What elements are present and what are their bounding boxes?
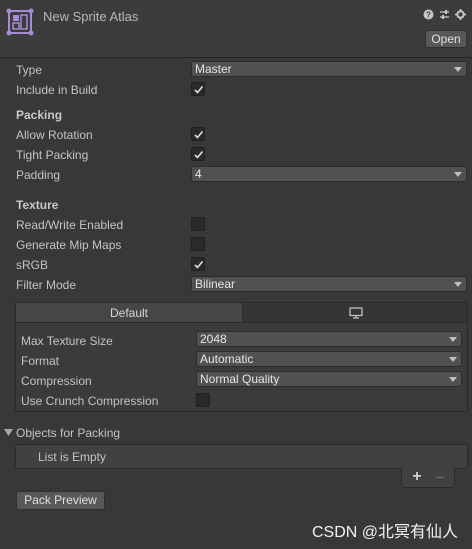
chevron-down-icon bbox=[454, 67, 462, 72]
inspector-header: New Sprite Atlas ? Open bbox=[0, 0, 472, 58]
open-button[interactable]: Open bbox=[425, 30, 467, 48]
packing-section-title: Packing bbox=[16, 108, 63, 122]
max-texture-size-dropdown[interactable]: 2048 bbox=[196, 331, 462, 347]
checkmark-icon bbox=[194, 85, 204, 94]
texture-section-title: Texture bbox=[16, 198, 59, 212]
read-write-label: Read/Write Enabled bbox=[16, 218, 124, 232]
chevron-down-icon bbox=[449, 337, 457, 342]
read-write-checkbox[interactable] bbox=[191, 217, 205, 231]
padding-dropdown[interactable]: 4 bbox=[191, 166, 467, 182]
checkmark-icon bbox=[194, 260, 204, 269]
add-item-button[interactable]: + bbox=[410, 468, 424, 486]
max-texture-size-label: Max Texture Size bbox=[21, 334, 113, 348]
filter-mode-value: Bilinear bbox=[195, 277, 236, 291]
tab-standalone[interactable] bbox=[242, 303, 467, 323]
chevron-down-icon bbox=[449, 357, 457, 362]
allow-rotation-checkbox[interactable] bbox=[191, 127, 205, 141]
type-dropdown[interactable]: Master bbox=[191, 61, 467, 77]
objects-for-packing-label[interactable]: Objects for Packing bbox=[16, 426, 120, 440]
chevron-down-icon bbox=[454, 282, 462, 287]
type-label: Type bbox=[16, 63, 43, 77]
srgb-checkbox[interactable] bbox=[191, 257, 205, 271]
compression-dropdown[interactable]: Normal Quality bbox=[196, 371, 462, 387]
allow-rotation-label: Allow Rotation bbox=[16, 128, 93, 142]
help-icon[interactable]: ? bbox=[422, 8, 434, 20]
tab-default[interactable]: Default bbox=[16, 303, 242, 323]
compression-label: Compression bbox=[21, 374, 92, 388]
tight-packing-label: Tight Packing bbox=[16, 148, 89, 162]
format-value: Automatic bbox=[200, 352, 254, 366]
chevron-down-icon bbox=[449, 377, 457, 382]
include-in-build-label: Include in Build bbox=[16, 83, 98, 97]
padding-value: 4 bbox=[195, 167, 202, 181]
format-dropdown[interactable]: Automatic bbox=[196, 351, 462, 367]
mipmaps-label: Generate Mip Maps bbox=[16, 238, 122, 252]
mipmaps-checkbox[interactable] bbox=[191, 237, 205, 251]
list-empty-text: List is Empty bbox=[38, 450, 107, 464]
include-in-build-checkbox[interactable] bbox=[191, 82, 205, 96]
monitor-icon bbox=[349, 307, 363, 319]
max-texture-size-value: 2048 bbox=[200, 332, 227, 346]
remove-item-button[interactable]: − bbox=[433, 468, 447, 486]
chevron-down-icon bbox=[454, 172, 462, 177]
crunch-compression-label: Use Crunch Compression bbox=[21, 394, 159, 408]
type-value: Master bbox=[195, 62, 232, 76]
filter-mode-label: Filter Mode bbox=[16, 278, 77, 292]
checkmark-icon bbox=[194, 130, 204, 139]
crunch-compression-checkbox[interactable] bbox=[196, 393, 210, 407]
asset-title: New Sprite Atlas bbox=[43, 9, 139, 24]
watermark-text: CSDN @北冥有仙人 bbox=[311, 524, 458, 541]
tight-packing-checkbox[interactable] bbox=[191, 147, 205, 161]
pack-preview-button[interactable]: Pack Preview bbox=[16, 491, 105, 510]
sprite-atlas-icon bbox=[6, 8, 34, 36]
padding-label: Padding bbox=[16, 168, 61, 182]
foldout-arrow-icon[interactable] bbox=[4, 429, 13, 437]
checkmark-icon bbox=[194, 150, 204, 159]
svg-text:?: ? bbox=[426, 10, 431, 19]
srgb-label: sRGB bbox=[16, 258, 49, 272]
compression-value: Normal Quality bbox=[200, 372, 280, 386]
filter-mode-dropdown[interactable]: Bilinear bbox=[191, 276, 467, 292]
preset-icon[interactable] bbox=[438, 8, 450, 20]
format-label: Format bbox=[21, 354, 60, 368]
settings-icon[interactable] bbox=[454, 8, 466, 20]
